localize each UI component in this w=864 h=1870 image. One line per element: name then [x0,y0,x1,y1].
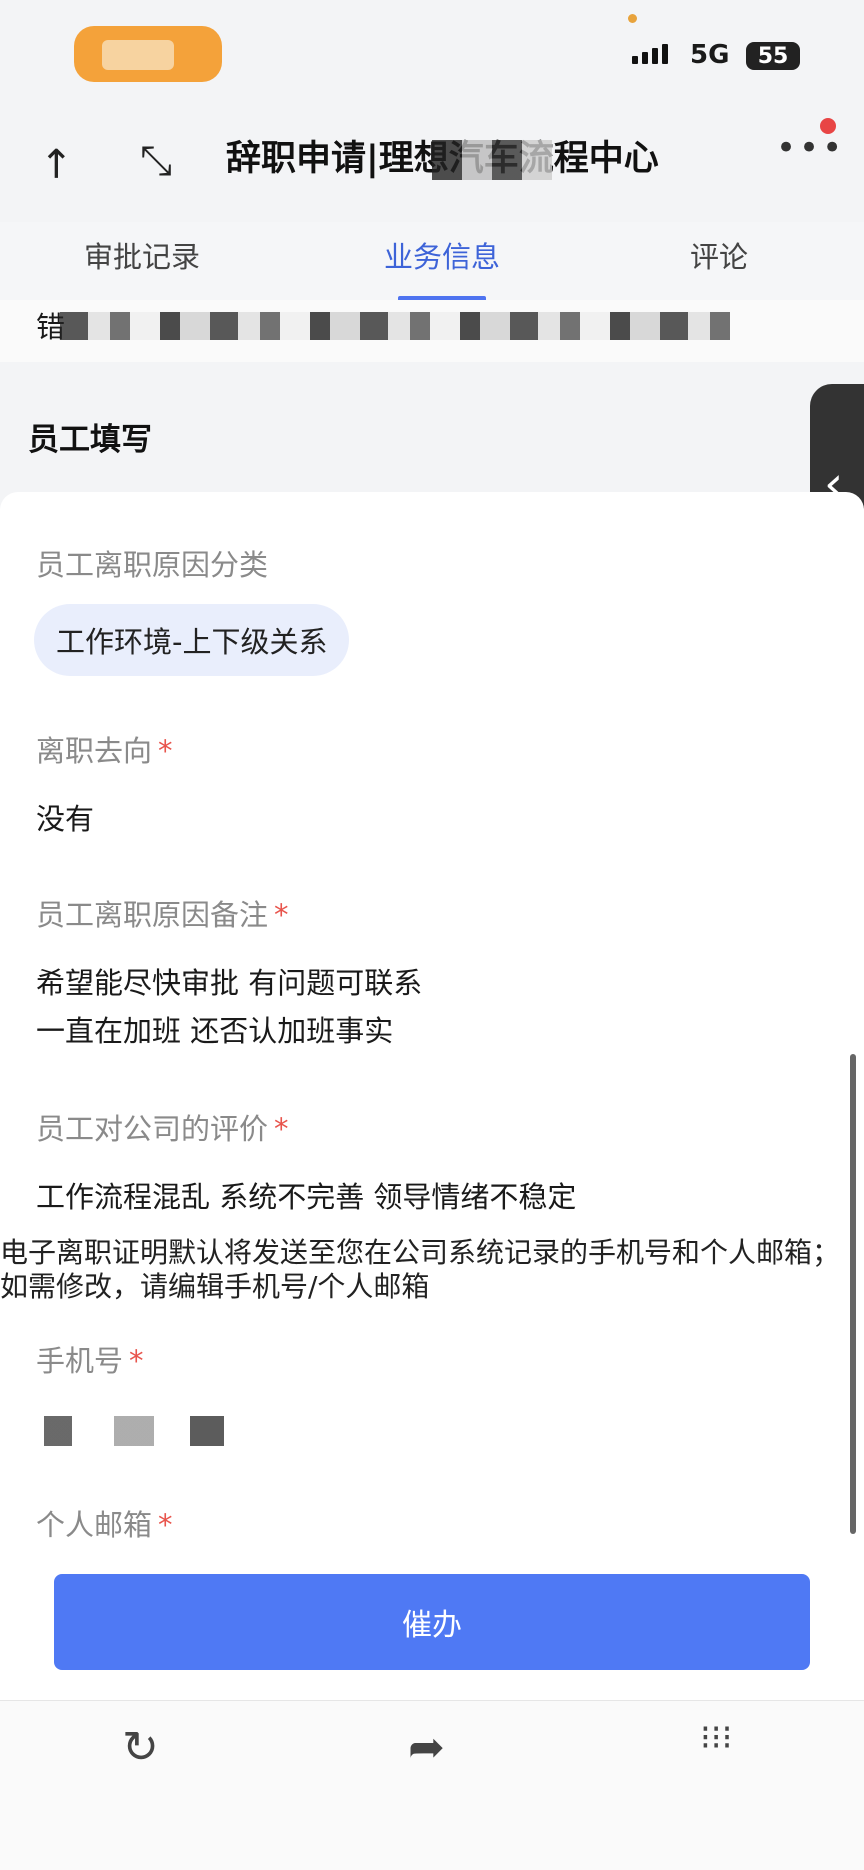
reason-note-line-1: 希望能尽快审批 有问题可联系 [36,966,423,1000]
company-review-label: 员工对公司的评价 * [36,1112,289,1146]
reason-category-chip: 工作环境-上下级关系 [34,604,350,676]
privacy-indicator [628,14,637,23]
title-mosaic [432,140,552,180]
tab-approval-records[interactable]: 审批记录 [84,234,200,276]
minimize-icon[interactable]: ⤡ [140,138,172,184]
redacted-mosaic [60,312,730,340]
phone-label: 手机号 * [36,1344,144,1378]
signal-icon [632,44,668,64]
tab-business-info[interactable]: 业务信息 [384,234,500,276]
reason-category-label: 员工离职原因分类 [36,548,269,582]
email-label: 个人邮箱 * [36,1508,173,1542]
notification-dot [820,118,836,134]
tab-comments[interactable]: 评论 [690,234,748,276]
phone-value-redacted[interactable] [44,1416,224,1446]
destination-label: 离职去向 * [36,734,173,768]
refresh-icon[interactable]: ↻ [122,1722,159,1773]
battery-indicator: 55 [746,42,800,70]
company-review-value: 工作流程混乱 系统不完善 领导情绪不稳定 [36,1180,577,1214]
notice-text: 电子离职证明默认将发送至您在公司系统记录的手机号和个人邮箱；如需修改，请编辑手机… [0,1236,841,1303]
status-pill [74,26,222,82]
more-dots-icon[interactable]: ••• [776,128,845,168]
share-icon[interactable]: ➦ [408,1722,445,1773]
section-title: 员工填写 [28,422,152,458]
urge-button[interactable]: 催办 [54,1574,810,1670]
reason-note-label: 员工离职原因备注 * [36,898,289,932]
tab-bar: 审批记录 业务信息 评论 [0,222,864,302]
network-type: 5G [690,40,730,70]
reason-note-line-2: 一直在加班 还否认加班事实 [36,1014,394,1048]
grid-menu-icon[interactable]: ⁝⁝⁝ [700,1721,732,1755]
back-arrow-icon[interactable]: ↖ [29,135,85,191]
scrollbar[interactable] [850,1054,856,1534]
destination-value: 没有 [36,802,95,836]
